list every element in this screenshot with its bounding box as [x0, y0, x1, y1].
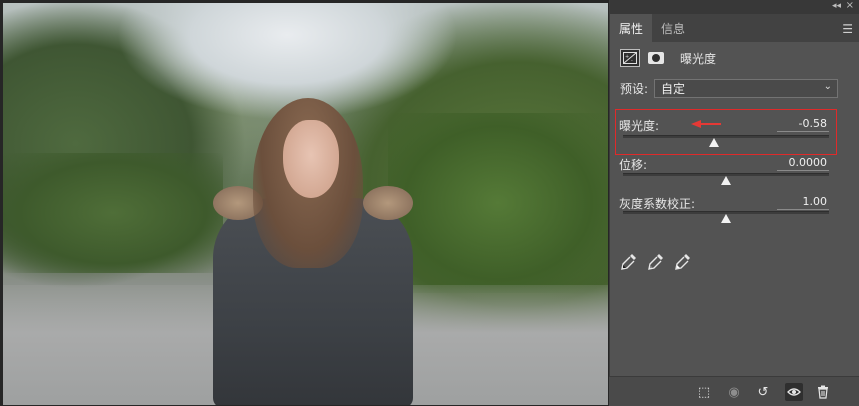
- gray-point-eyedropper-icon[interactable]: [647, 252, 665, 272]
- offset-slider-row: 位移: 0.0000: [617, 156, 833, 188]
- chevron-down-icon: ⌄: [823, 80, 832, 92]
- eyedropper-group: [620, 252, 692, 272]
- gamma-label: 灰度系数校正:: [619, 197, 696, 211]
- exposure-slider-thumb[interactable]: [708, 138, 719, 147]
- fur-collar-right: [363, 186, 413, 220]
- white-point-eyedropper-icon[interactable]: [674, 252, 692, 272]
- panel-top-strip: ◂◂ ×: [610, 0, 859, 14]
- photo-image: [3, 3, 608, 405]
- close-panel-icon[interactable]: ×: [846, 0, 854, 11]
- panel-menu-icon[interactable]: ☰: [842, 22, 853, 36]
- offset-slider-thumb[interactable]: [721, 176, 731, 185]
- svg-text:+: +: [625, 54, 629, 60]
- preset-value: 自定: [661, 81, 686, 96]
- preset-row: 预设: 自定 ⌄: [610, 76, 859, 100]
- offset-value-field[interactable]: 0.0000: [777, 156, 829, 171]
- gamma-slider-row: 灰度系数校正: 1.00: [617, 195, 833, 227]
- gamma-slider-thumb[interactable]: [721, 214, 731, 223]
- face: [283, 120, 339, 198]
- hedge-left: [3, 153, 223, 273]
- delete-icon[interactable]: [814, 383, 832, 401]
- preset-label: 预设:: [620, 81, 649, 96]
- exposure-slider-row: 曝光度: -0.58: [617, 117, 833, 151]
- tab-info[interactable]: 信息: [652, 14, 694, 42]
- panel-bottom-bar: ⬚ ◉ ↺: [609, 376, 859, 406]
- view-previous-state-icon[interactable]: ◉: [725, 383, 743, 401]
- adjustment-title: 曝光度: [680, 51, 717, 66]
- exposure-adjustment-icon[interactable]: + -: [620, 49, 640, 67]
- clip-to-layer-icon[interactable]: ⬚: [695, 383, 713, 401]
- panel-tabs: 属性 信息 ☰: [610, 14, 859, 42]
- exposure-slider-track[interactable]: [623, 135, 829, 138]
- hedge-right: [388, 113, 608, 293]
- gamma-value-field[interactable]: 1.00: [777, 195, 829, 210]
- visibility-eye-icon[interactable]: [785, 383, 803, 401]
- exposure-label: 曝光度:: [619, 119, 660, 133]
- offset-label: 位移:: [619, 158, 648, 172]
- preset-dropdown[interactable]: 自定 ⌄: [654, 78, 838, 98]
- svg-text:-: -: [631, 58, 633, 64]
- collapse-panel-icon[interactable]: ◂◂: [832, 1, 841, 11]
- reset-icon[interactable]: ↺: [754, 383, 772, 401]
- tab-properties[interactable]: 属性: [610, 14, 653, 42]
- document-canvas[interactable]: [0, 0, 609, 406]
- adjustment-header: + - 曝光度: [610, 42, 859, 74]
- black-point-eyedropper-icon[interactable]: [620, 252, 638, 272]
- exposure-value-field[interactable]: -0.58: [777, 117, 829, 132]
- woman-figure: [213, 98, 413, 405]
- red-arrow-annotation: [691, 120, 721, 128]
- layer-mask-icon[interactable]: [646, 49, 666, 67]
